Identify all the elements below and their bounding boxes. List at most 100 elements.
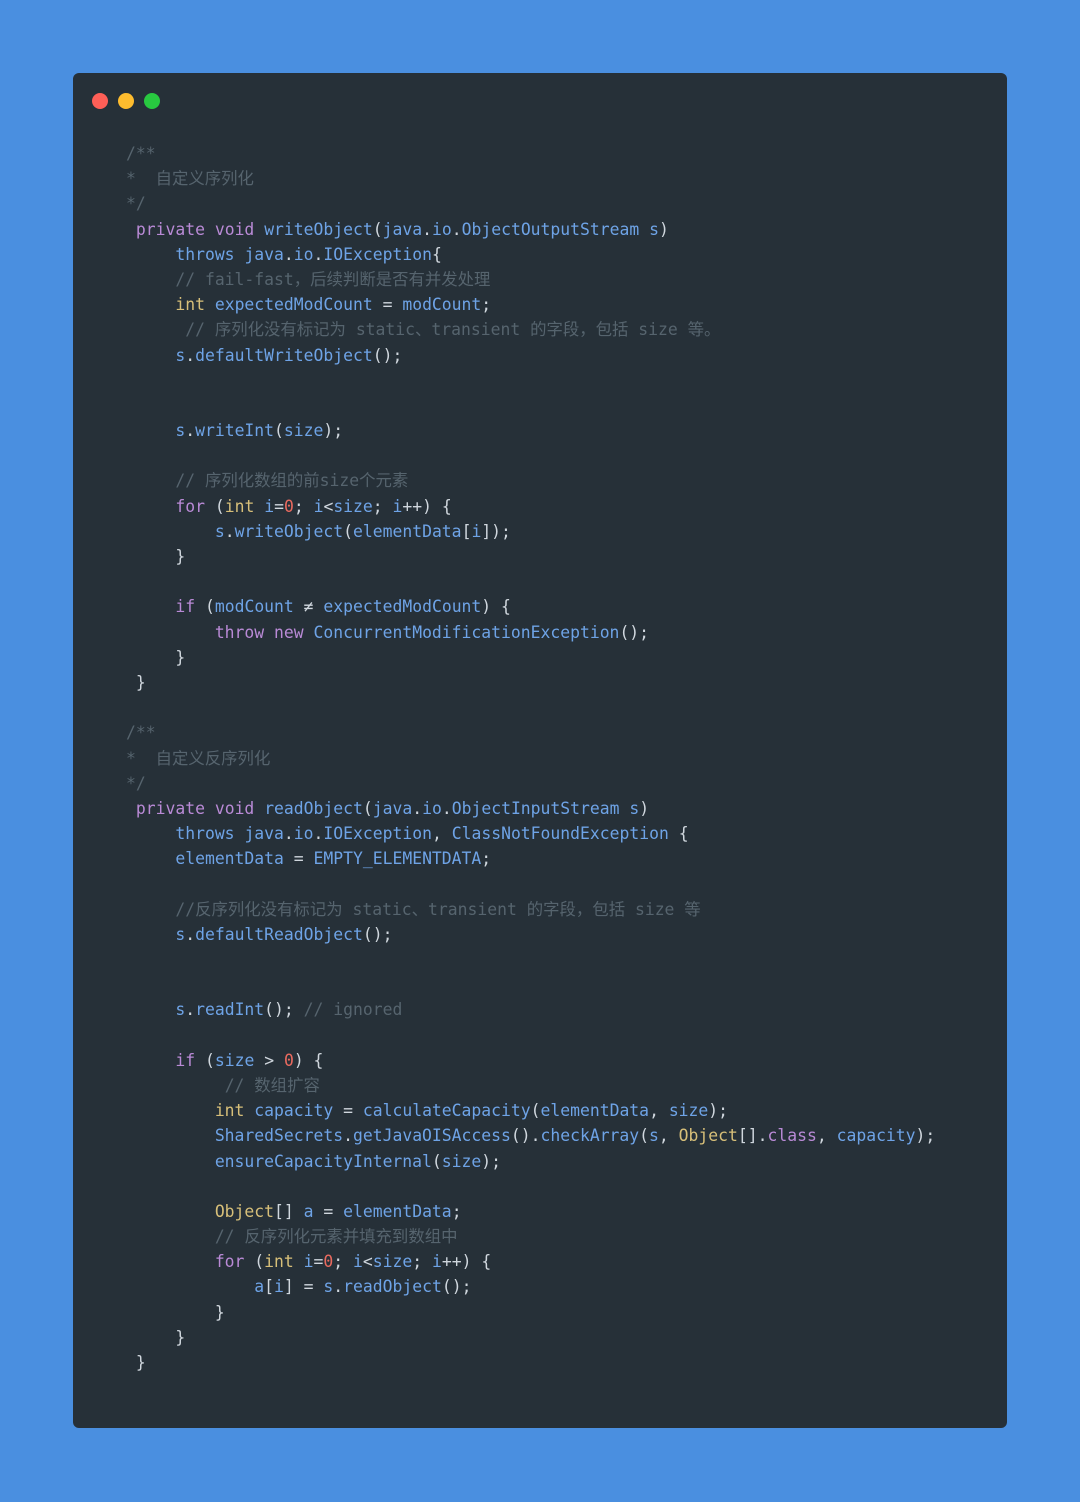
code-punctuation: } (175, 547, 186, 566)
code-punctuation: (); (264, 1000, 304, 1020)
code-punctuation: > (254, 1050, 284, 1070)
code-identifier: throws (175, 824, 235, 844)
code-identifier: throws (175, 244, 235, 264)
code-punctuation: (); (441, 1277, 472, 1297)
code-line: s.writeInt(size); (126, 418, 935, 443)
code-keyword: private (135, 219, 205, 239)
code-identifier: size (333, 496, 373, 516)
code-punctuation: ++) { (402, 496, 452, 516)
code-identifier: s (175, 345, 186, 365)
code-punctuation: ( (204, 496, 225, 516)
code-keyword: throw (214, 622, 265, 642)
code-number: 0 (283, 496, 294, 516)
code-punctuation: ( (530, 1101, 541, 1121)
code-line: } (126, 1300, 935, 1325)
code-type: Object (214, 1201, 275, 1221)
maximize-dot-icon[interactable] (144, 93, 160, 109)
code-line: */ (126, 191, 935, 216)
code-identifier: i (353, 1252, 363, 1272)
code-identifier: s (175, 421, 186, 441)
code-punctuation: } (175, 647, 186, 667)
code-punctuation: . (185, 924, 196, 944)
code-punctuation: (). (510, 1126, 541, 1146)
code-punctuation: ( (274, 421, 284, 441)
code-type: int (224, 496, 255, 516)
code-line: } (126, 1350, 935, 1375)
code-comment: /** (126, 723, 156, 743)
code-punctuation: ; (451, 1201, 462, 1221)
code-identifier: modCount (214, 597, 294, 617)
code-punctuation: ) { (293, 1050, 324, 1070)
code-line: /** (126, 720, 935, 745)
code-punctuation: ; (481, 849, 492, 869)
code-punctuation: ) (639, 798, 650, 818)
code-identifier: IOException (323, 244, 432, 264)
code-line: a[i] = s.readObject(); (126, 1274, 935, 1299)
code-punctuation: { (431, 244, 442, 264)
code-punctuation: (); (619, 622, 650, 642)
code-identifier: SharedSecrets (214, 1126, 344, 1146)
code-punctuation: } (214, 1302, 225, 1322)
minimize-dot-icon[interactable] (118, 93, 134, 109)
code-punctuation: . (441, 798, 452, 818)
code-identifier: readObject (264, 798, 363, 818)
code-line: s.readInt(); // ignored (126, 997, 935, 1022)
code-comment: /** (126, 144, 156, 163)
code-punctuation: = (274, 496, 284, 516)
code-comment: // 序列化没有标记为 static、transient 的字段，包括 size… (185, 320, 721, 340)
code-line: throws java.io.IOException, ClassNotFoun… (126, 821, 935, 846)
code-comment: * 自定义序列化 (126, 169, 254, 189)
close-dot-icon[interactable] (92, 93, 108, 109)
code-identifier: elementData (353, 521, 462, 541)
code-line: throw new ConcurrentModificationExceptio… (126, 620, 935, 645)
code-comment: // ignored (303, 1000, 403, 1020)
code-punctuation: [ (264, 1277, 275, 1297)
code-line: /** (126, 141, 935, 166)
code-identifier: checkArray (540, 1126, 640, 1146)
code-identifier: expectedModCount (323, 597, 482, 617)
code-punctuation: ); (708, 1101, 729, 1121)
code-punctuation (205, 799, 215, 818)
code-punctuation (205, 220, 215, 239)
code-identifier: s (175, 1000, 186, 1020)
code-keyword: if (175, 597, 196, 617)
code-punctuation: { (668, 824, 689, 844)
code-punctuation (254, 220, 264, 239)
code-line: } (126, 645, 935, 670)
code-line: } (126, 670, 935, 695)
code-line: ensureCapacityInternal(size); (126, 1149, 935, 1174)
code-punctuation: ; (372, 496, 393, 516)
code-comment: // 数组扩容 (224, 1075, 320, 1095)
code-identifier: java (382, 219, 423, 239)
code-line: // 数组扩容 (126, 1073, 935, 1098)
code-identifier: getJavaOISAccess (352, 1126, 511, 1146)
code-identifier: a (303, 1201, 314, 1221)
code-identifier: io (293, 824, 314, 844)
code-punctuation: . (451, 219, 462, 239)
code-line: // fail-fast，后续判断是否有并发处理 (126, 267, 935, 292)
code-keyword: void (214, 219, 255, 239)
code-identifier: EMPTY_ELEMENTDATA (313, 849, 482, 869)
code-punctuation (254, 497, 264, 516)
code-punctuation: . (185, 421, 196, 441)
code-punctuation: ( (244, 1252, 265, 1272)
code-line: if (size > 0) { (126, 1048, 935, 1073)
